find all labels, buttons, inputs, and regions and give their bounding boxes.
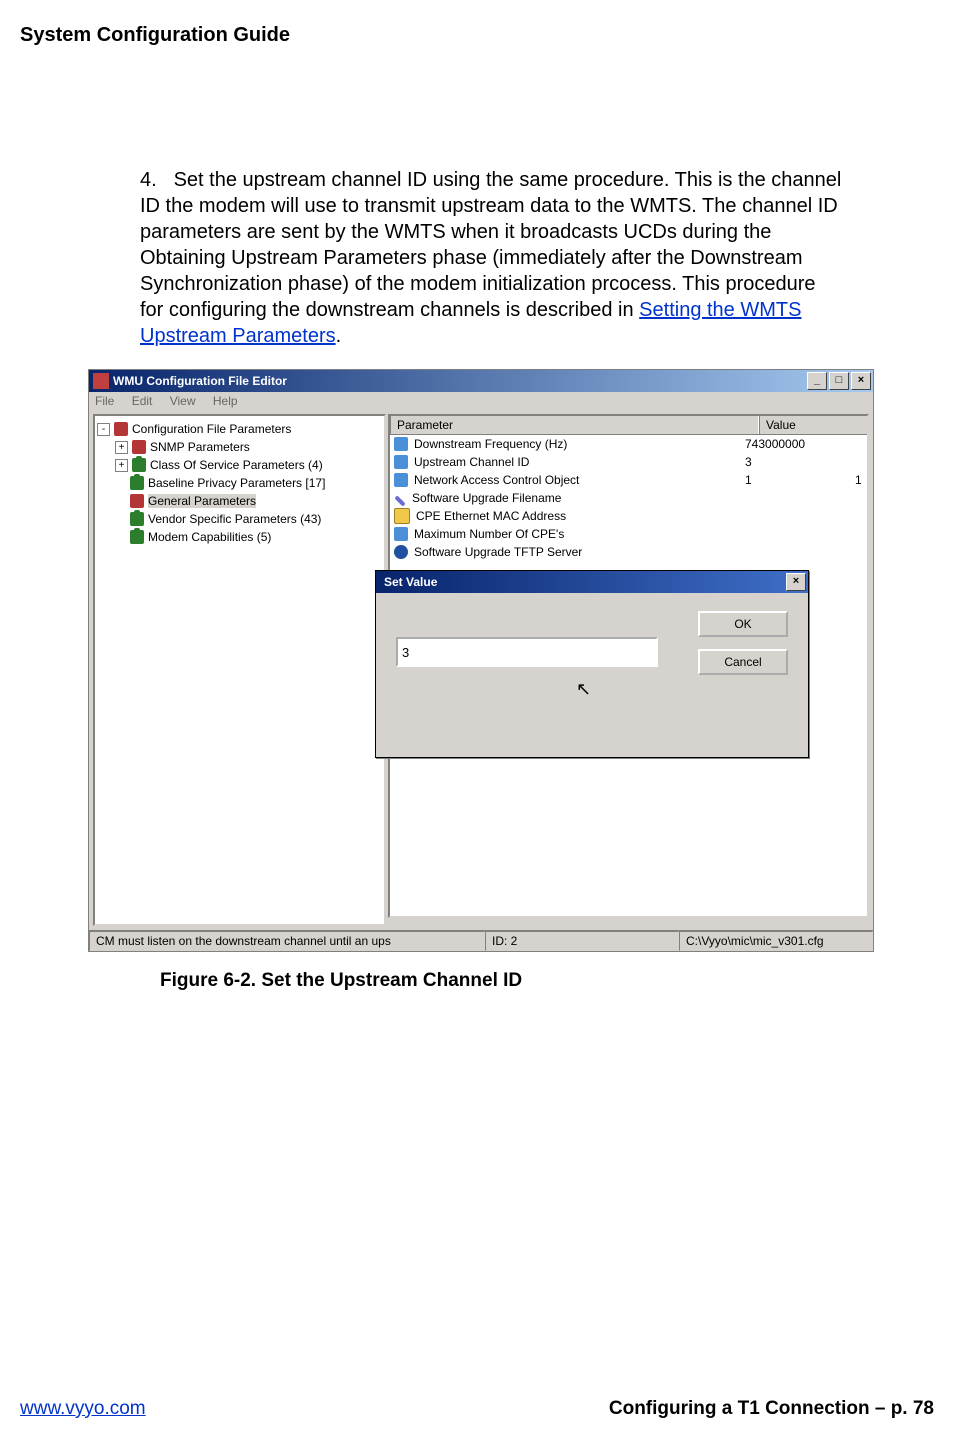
maximize-button[interactable]: □ (829, 372, 849, 390)
step-text-end: . (336, 325, 342, 347)
folder-icon (132, 440, 146, 454)
col-value[interactable]: Value (759, 416, 869, 434)
grid-row[interactable]: Maximum Number Of CPE's (390, 525, 867, 543)
param-value: 3 (745, 455, 855, 469)
step-paragraph: 4. Set the upstream channel ID using the… (140, 167, 844, 349)
param-name: Downstream Frequency (Hz) (414, 437, 567, 451)
tree-toggle-icon[interactable]: - (97, 423, 110, 436)
folder-icon (114, 422, 128, 436)
status-message: CM must listen on the downstream channel… (89, 931, 485, 951)
param-default: 1 (855, 473, 867, 487)
tree-item-snmp[interactable]: + SNMP Parameters (97, 438, 382, 456)
value-input[interactable] (396, 637, 658, 667)
grid-row[interactable]: Software Upgrade TFTP Server (390, 543, 867, 561)
param-name: Maximum Number Of CPE's (414, 527, 564, 541)
tree-item-cos[interactable]: + Class Of Service Parameters (4) (97, 456, 382, 474)
page-header: System Configuration Guide (20, 24, 934, 47)
tree-toggle-icon[interactable]: + (115, 459, 128, 472)
menu-edit[interactable]: Edit (132, 394, 153, 408)
param-name: Network Access Control Object (414, 473, 579, 487)
dialog-titlebar: Set Value × (376, 571, 808, 593)
tree-label: Class Of Service Parameters (4) (150, 458, 323, 472)
param-value: 1 (745, 473, 855, 487)
app-icon (93, 373, 109, 389)
tree-label: Modem Capabilities (5) (148, 530, 271, 544)
folder-icon (130, 494, 144, 508)
grid-row[interactable]: CPE Ethernet MAC Address (390, 507, 867, 525)
close-button[interactable]: × (851, 372, 871, 390)
param-value: 743000000 (745, 437, 855, 451)
cursor-icon: ↖ (576, 679, 591, 700)
param-icon (394, 455, 408, 469)
param-name: CPE Ethernet MAC Address (416, 509, 566, 523)
app-title: WMU Configuration File Editor (113, 374, 805, 388)
step-number: 4. (140, 167, 168, 193)
tree-item-config-file-params[interactable]: - Configuration File Parameters (97, 420, 382, 438)
param-icon (394, 495, 405, 506)
tree-label: Vendor Specific Parameters (43) (148, 512, 321, 526)
dialog-close-button[interactable]: × (786, 573, 806, 591)
grid-row[interactable]: Upstream Channel ID 3 (390, 453, 867, 471)
grid-row[interactable]: Network Access Control Object 1 1 (390, 471, 867, 489)
grid-row[interactable]: Software Upgrade Filename (390, 489, 867, 507)
col-parameter[interactable]: Parameter (390, 416, 759, 434)
menu-view[interactable]: View (170, 394, 196, 408)
tree-label: Baseline Privacy Parameters [17] (148, 476, 325, 490)
param-name: Software Upgrade Filename (412, 491, 561, 505)
tree-label: SNMP Parameters (150, 440, 250, 454)
node-icon (130, 530, 144, 544)
app-titlebar: WMU Configuration File Editor _ □ × (89, 370, 873, 392)
tree-item-vendor[interactable]: Vendor Specific Parameters (43) (97, 510, 382, 528)
figure-caption: Figure 6-2. Set the Upstream Channel ID (160, 970, 934, 992)
tree-item-modem-cap[interactable]: Modem Capabilities (5) (97, 528, 382, 546)
param-name: Software Upgrade TFTP Server (414, 545, 582, 559)
grid-row[interactable]: Downstream Frequency (Hz) 743000000 (390, 435, 867, 453)
set-value-dialog: Set Value × OK Cancel ↖ (375, 570, 809, 758)
node-icon (130, 512, 144, 526)
screenshot-figure: WMU Configuration File Editor _ □ × File… (88, 369, 874, 952)
param-icon (394, 437, 408, 451)
param-icon (394, 508, 410, 524)
menu-help[interactable]: Help (213, 394, 238, 408)
status-path: C:\Vyyo\mic\mic_v301.cfg (679, 931, 873, 951)
tree-panel: - Configuration File Parameters + SNMP P… (93, 414, 386, 926)
node-icon (132, 458, 146, 472)
status-bar: CM must listen on the downstream channel… (89, 930, 873, 951)
dialog-title: Set Value (380, 575, 784, 589)
tree-label: General Parameters (148, 494, 256, 508)
status-id: ID: 2 (485, 931, 679, 951)
tree-item-general[interactable]: General Parameters (97, 492, 382, 510)
param-icon (394, 473, 408, 487)
menu-file[interactable]: File (95, 394, 114, 408)
param-name: Upstream Channel ID (414, 455, 529, 469)
tree-label: Configuration File Parameters (132, 422, 291, 436)
tree-item-bpi[interactable]: Baseline Privacy Parameters [17] (97, 474, 382, 492)
node-icon (130, 476, 144, 490)
minimize-button[interactable]: _ (807, 372, 827, 390)
footer-page: Configuring a T1 Connection – p. 78 (609, 1398, 934, 1420)
param-icon (394, 527, 408, 541)
tree-toggle-icon[interactable]: + (115, 441, 128, 454)
footer-link[interactable]: www.vyyo.com (20, 1398, 146, 1420)
ok-button[interactable]: OK (698, 611, 788, 637)
cancel-button[interactable]: Cancel (698, 649, 788, 675)
menu-bar: File Edit View Help (89, 392, 873, 410)
param-icon (394, 545, 408, 559)
app-window: WMU Configuration File Editor _ □ × File… (88, 369, 874, 952)
